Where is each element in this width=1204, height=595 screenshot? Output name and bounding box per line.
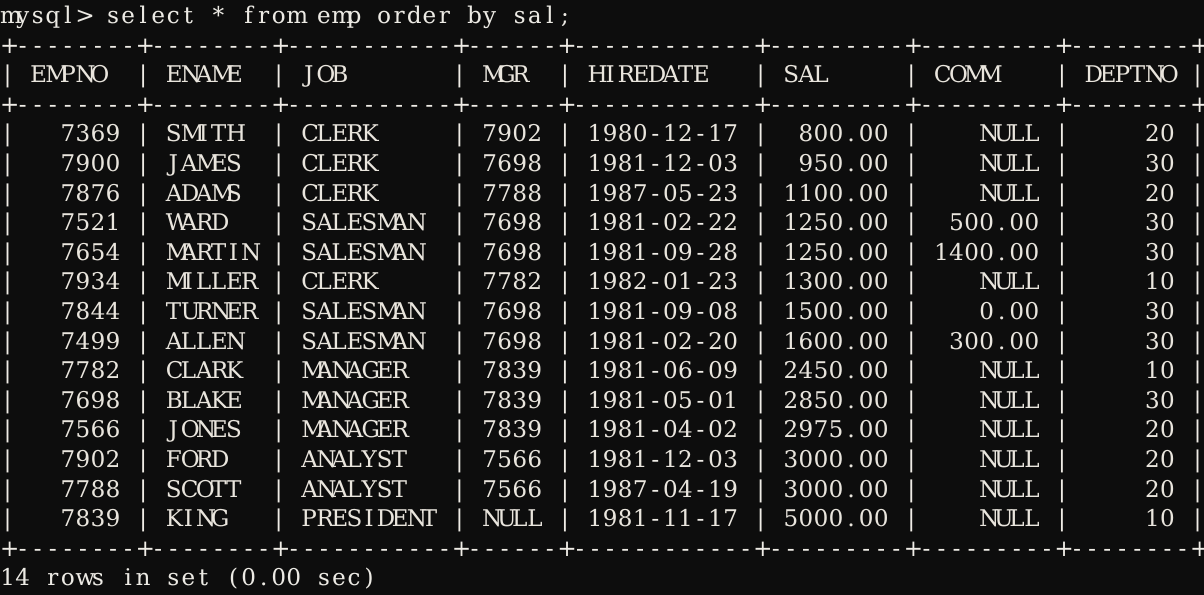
table-row[interactable]: | 7876 | ADAMS | CLERK | 7788 | 1987-05-… [0,180,1204,210]
table-row[interactable]: | 7900 | J AMES | CLERK | 7698 | 1981-12-… [0,150,1204,180]
table-row[interactable]: | 7499 | ALLEN | SALESMAN | 7698 | 1981-… [0,328,1204,358]
table-row[interactable]: | 7782 | CLARK | MANAGER | 7839 | 1981-0… [0,357,1204,387]
status-line: 14 r ows in set (0. 00 s ec) [0,565,374,592]
table-row[interactable]: | 7934 | MI LLER | CLERK | 7782 | 1982-01… [0,268,1204,298]
prompt-line[interactable]: my sq l > s e l ec t * f r om emp o rde r by sa l; [0,2,1204,32]
table-row[interactable]: | 7654 | MART I N | SALESMAN | 7698 | 1981… [0,239,1204,269]
table-row[interactable]: | 7844 | TURNER | SALESMAN | 7698 | 1981… [0,298,1204,328]
table-row[interactable]: | 7788 | SCOTT | ANALYST | 7566 | 1987-0… [0,476,1204,506]
table-row[interactable]: | 7698 | BLAKE | MANAGER | 7839 | 1981-0… [0,387,1204,417]
table-header-row: | EMPNO | ENAME | J OB | MGR | HI REDATE |… [3,62,1202,89]
terminal-screen[interactable]: my sq l > s e l ec t * f r om emp o rde r by sa l; +-… [0,2,1204,594]
table-row[interactable]: | 7566 | J ONES | MANAGER | 7839 | 1981-0… [0,416,1204,446]
terminal-window[interactable]: my sq l > s e l ec t * f r om emp o rde r by sa l; +-… [0,0,1204,595]
table-row[interactable]: | 7521 | WARD | SALESMAN | 7698 | 1981-0… [0,209,1204,239]
table-header-rule: +- - - - - - - - +- - - - - - - - +- - - - - - - - - - - +- - - - - - +- -… [0,91,1204,118]
table-bottom-rule: +- - - - - - - - +- - - - - - - - +- - - - - - - - - - - +- - - - - - +- -… [0,535,1204,562]
table-top-rule: +- - - - - - - - +- - - - - - - - +- - - - - - - - - - - +- - - - - - +- -… [0,32,1204,59]
table-row[interactable]: | 7839 | KI NG | PRESI DENT | NULL | 1981-… [0,505,1204,535]
table-row[interactable]: | 7369 | SMI TH | CLERK | 7902 | 1980-12-… [0,120,1204,150]
table-row[interactable]: | 7902 | FORD | ANALYST | 7566 | 1981-12… [0,446,1204,476]
